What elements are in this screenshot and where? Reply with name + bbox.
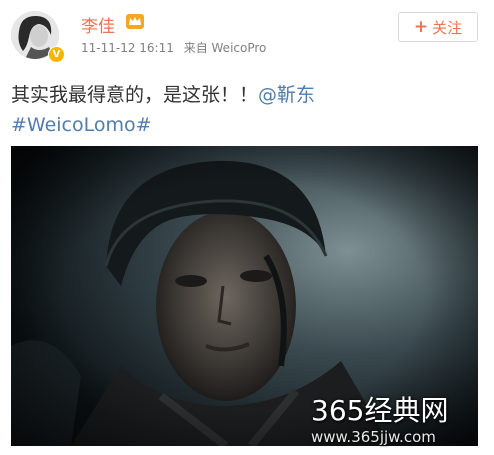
post-text-body: 其实我最得意的，是这张！！ [11, 84, 259, 106]
post-meta: 11-11-12 16:11 来自 WeicoPro [81, 39, 272, 56]
vip-crown-icon [126, 14, 144, 29]
weibo-post-card: V 李佳 11-11-12 16:11 来自 WeicoPro + 关注 其实我… [0, 0, 494, 455]
plus-icon: + [413, 16, 429, 37]
follow-label: 关注 [432, 18, 463, 37]
username[interactable]: 李佳 [81, 12, 115, 37]
mention-link[interactable]: @靳东 [258, 84, 315, 106]
post-source: 来自 WeicoPro [183, 41, 267, 55]
post-timestamp[interactable]: 11-11-12 16:11 [81, 41, 174, 55]
verified-badge-icon: V [48, 46, 65, 63]
post-text: 其实我最得意的，是这张！！@靳东 #WeicoLomo# [11, 80, 481, 140]
watermark-url: www.365jjw.com [311, 428, 436, 446]
follow-button[interactable]: + 关注 [398, 12, 478, 42]
watermark-title: 365经典网 [311, 394, 449, 427]
site-watermark: 365经典网 www.365jjw.com [311, 394, 449, 447]
hashtag-link[interactable]: #WeicoLomo# [11, 114, 152, 136]
